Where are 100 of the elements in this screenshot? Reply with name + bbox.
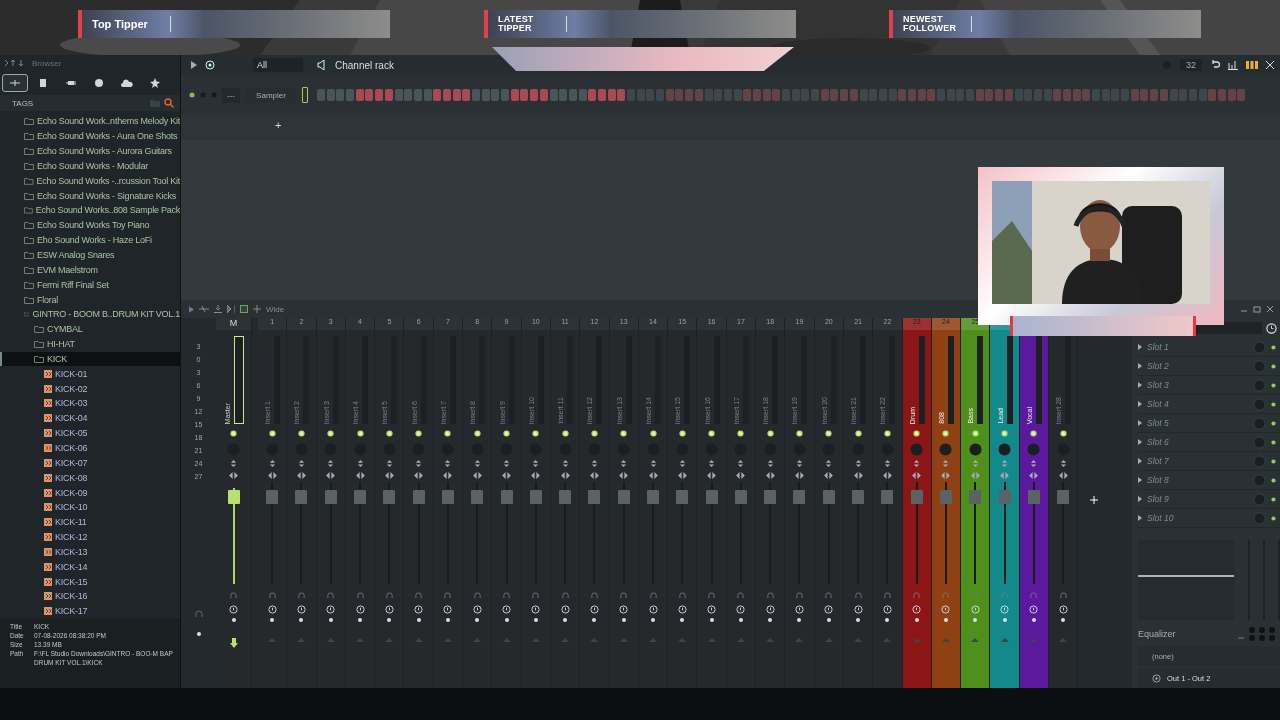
headphone-icon[interactable] <box>230 592 237 599</box>
step-button[interactable] <box>433 89 442 101</box>
effect-slot[interactable]: Slot 4 <box>1138 395 1280 414</box>
step-button[interactable] <box>685 89 694 101</box>
headphone-icon[interactable] <box>766 592 774 599</box>
pan-icon[interactable] <box>677 472 687 479</box>
step-button[interactable] <box>694 89 703 101</box>
tree-item[interactable]: KICK-14 <box>0 559 180 575</box>
bowtie-icon[interactable] <box>227 305 235 313</box>
led-icon[interactable] <box>942 430 950 437</box>
dot-icon[interactable] <box>231 618 236 622</box>
led-icon[interactable] <box>766 430 774 437</box>
led-icon[interactable] <box>1271 382 1276 388</box>
step-button[interactable] <box>346 89 355 101</box>
led-icon[interactable] <box>796 430 803 437</box>
headphone-icon[interactable] <box>708 592 716 599</box>
step-button[interactable] <box>617 89 626 101</box>
stereo-icon[interactable] <box>230 460 237 467</box>
step-button[interactable] <box>1111 89 1120 101</box>
headphone-icon[interactable] <box>327 592 335 599</box>
led-icon[interactable] <box>708 430 716 437</box>
pan-icon[interactable] <box>1058 472 1068 479</box>
pan-icon[interactable] <box>384 472 394 479</box>
step-button[interactable] <box>1169 89 1178 101</box>
tree-item[interactable]: KICK-01 <box>0 366 180 382</box>
step-button[interactable] <box>588 89 597 101</box>
dot-icon[interactable] <box>826 618 831 622</box>
headphone-icon[interactable] <box>825 592 833 599</box>
headphone-icon[interactable] <box>1030 592 1038 599</box>
dot-icon[interactable] <box>856 618 861 622</box>
stereo-icon[interactable] <box>825 460 833 467</box>
pan-icon[interactable] <box>229 472 238 479</box>
tree-item[interactable]: Echo Sound Works - Aurora Guitars <box>0 143 180 159</box>
step-button[interactable] <box>491 89 500 101</box>
route-icon[interactable] <box>589 605 599 614</box>
led-icon[interactable] <box>473 430 481 437</box>
dot-icon[interactable] <box>196 632 201 636</box>
route-icon[interactable] <box>1058 605 1068 614</box>
tree-item[interactable]: KICK <box>0 351 180 367</box>
pan-icon[interactable] <box>619 472 629 479</box>
tree-item[interactable]: Echo Sound Works -..rcussion Tool Kit <box>0 173 180 189</box>
download-icon[interactable] <box>214 305 222 313</box>
step-button[interactable] <box>1198 89 1207 101</box>
close-icon[interactable] <box>1266 305 1274 313</box>
route-icon[interactable] <box>355 605 365 614</box>
tree-item[interactable]: Fermi Riff Final Set <box>0 277 180 293</box>
route-icon[interactable] <box>502 605 511 614</box>
pan-icon[interactable] <box>589 472 599 479</box>
step-button[interactable] <box>1053 89 1062 101</box>
step-button[interactable] <box>1150 89 1159 101</box>
pan-icon[interactable] <box>707 472 717 479</box>
stereo-icon[interactable] <box>385 460 393 467</box>
headphone-icon[interactable] <box>561 592 569 599</box>
step-button[interactable] <box>559 89 568 101</box>
selector-icon[interactable] <box>302 87 308 103</box>
step-button[interactable] <box>656 89 665 101</box>
stereo-icon[interactable] <box>913 460 921 467</box>
headphone-icon[interactable] <box>649 592 657 599</box>
step-button[interactable] <box>442 89 451 101</box>
browser-tab[interactable] <box>2 74 28 92</box>
led-icon[interactable] <box>620 430 628 437</box>
tree-item[interactable]: KICK-05 <box>0 425 180 441</box>
step-button[interactable] <box>646 89 655 101</box>
route-icon[interactable] <box>765 605 775 614</box>
route-icon[interactable] <box>853 605 863 614</box>
route-icon[interactable] <box>736 605 746 614</box>
tree-item[interactable]: Echo Sound Work..nthems Melody Kit <box>0 114 180 129</box>
step-button[interactable] <box>462 89 471 101</box>
led-icon[interactable] <box>737 430 745 437</box>
led-icon[interactable] <box>1271 477 1276 483</box>
led-icon[interactable] <box>1271 515 1276 521</box>
pan-icon[interactable] <box>472 472 482 479</box>
undo-icon[interactable] <box>1210 60 1220 70</box>
route-icon[interactable] <box>384 605 394 614</box>
step-button[interactable] <box>539 89 548 101</box>
dot-icon[interactable] <box>563 618 568 622</box>
route-icon[interactable] <box>648 605 658 614</box>
dot-icon[interactable] <box>358 618 363 622</box>
headphone-icon[interactable] <box>194 610 203 618</box>
led-icon[interactable] <box>649 430 657 437</box>
step-button[interactable] <box>772 89 781 101</box>
stereo-icon[interactable] <box>942 460 950 467</box>
effect-slot[interactable]: Slot 3 <box>1138 376 1280 395</box>
headphone-icon[interactable] <box>737 592 745 599</box>
dot-icon[interactable] <box>445 618 450 622</box>
pan-icon[interactable] <box>414 472 424 479</box>
led-icon[interactable] <box>1059 430 1067 437</box>
route-icon[interactable] <box>882 605 892 614</box>
led-icon[interactable] <box>1271 496 1276 502</box>
eq-graph[interactable] <box>1138 540 1234 620</box>
step-button[interactable] <box>966 89 975 101</box>
tree-item[interactable]: KICK-03 <box>0 396 180 411</box>
route-icon[interactable] <box>795 605 804 614</box>
led-icon[interactable] <box>913 430 921 437</box>
pan-icon[interactable] <box>326 472 336 479</box>
dot-icon[interactable] <box>973 618 978 622</box>
stereo-icon[interactable] <box>1030 460 1038 467</box>
led-icon[interactable] <box>415 430 423 437</box>
pan-icon[interactable] <box>736 472 746 479</box>
step-button[interactable] <box>743 89 752 101</box>
